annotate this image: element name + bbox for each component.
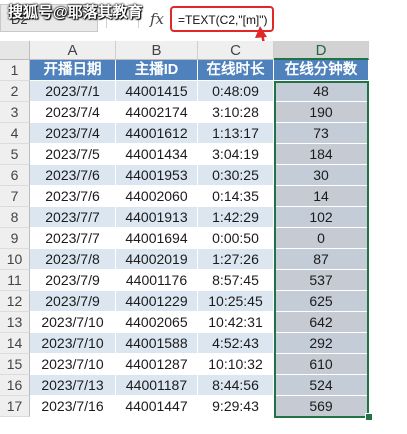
table-cell[interactable]: 2023/7/10 (30, 312, 116, 333)
table-cell[interactable]: 625 (274, 291, 369, 312)
row-header-14[interactable]: 14 (0, 333, 30, 354)
table-cell[interactable]: 44001694 (116, 228, 198, 249)
table-cell[interactable]: 44002019 (116, 249, 198, 270)
row-header-4[interactable]: 4 (0, 123, 30, 144)
table-cell[interactable]: 2023/7/4 (30, 123, 116, 144)
table-cell[interactable]: 184 (274, 144, 369, 165)
row-header-2[interactable]: 2 (0, 81, 30, 102)
table-cell[interactable]: 2023/7/16 (30, 396, 116, 417)
table-cell[interactable]: 87 (274, 249, 369, 270)
table-cell[interactable]: 2023/7/9 (30, 291, 116, 312)
table-cell[interactable]: 44001953 (116, 165, 198, 186)
table-cell[interactable]: 44002060 (116, 186, 198, 207)
table-cell[interactable]: 2023/7/10 (30, 333, 116, 354)
table-cell[interactable]: 48 (274, 81, 369, 102)
column-header-b[interactable]: B (116, 41, 198, 60)
table-cell[interactable]: 2023/7/9 (30, 270, 116, 291)
spreadsheet-grid: A B C D 1 2 3 4 5 6 7 8 9 10 11 12 13 14 15 16 17 开播日期 主播ID 在线时… (0, 41, 407, 434)
table-cell[interactable]: 1:27:26 (198, 249, 274, 270)
row-header-16[interactable]: 16 (0, 375, 30, 396)
select-all-corner[interactable] (0, 41, 30, 60)
table-cell[interactable]: 1:42:29 (198, 207, 274, 228)
row-header-8[interactable]: 8 (0, 207, 30, 228)
table-header-cell[interactable]: 在线分钟数 (274, 60, 369, 81)
table-cell[interactable]: 2023/7/6 (30, 165, 116, 186)
table-cell[interactable]: 3:04:19 (198, 144, 274, 165)
table-cell[interactable]: 190 (274, 102, 369, 123)
table-cell[interactable]: 4:52:43 (198, 333, 274, 354)
table-header-cell[interactable]: 主播ID (116, 60, 198, 81)
table-cell[interactable]: 44001229 (116, 291, 198, 312)
row-header-9[interactable]: 9 (0, 228, 30, 249)
table-cell[interactable]: 0:14:35 (198, 186, 274, 207)
column-header-a[interactable]: A (30, 41, 116, 60)
table-cell[interactable]: 44001612 (116, 123, 198, 144)
table-cell[interactable]: 2023/7/1 (30, 81, 116, 102)
table-header-cell[interactable]: 在线时长 (198, 60, 274, 81)
table-cell[interactable]: 537 (274, 270, 369, 291)
fill-handle[interactable] (365, 413, 373, 421)
table-cell[interactable]: 2023/7/7 (30, 228, 116, 249)
table-cell[interactable]: 2023/7/5 (30, 144, 116, 165)
row-header-7[interactable]: 7 (0, 186, 30, 207)
row-header-1[interactable]: 1 (0, 60, 30, 81)
row-header-6[interactable]: 6 (0, 165, 30, 186)
table-cell[interactable]: 610 (274, 354, 369, 375)
table-cell[interactable]: 44002065 (116, 312, 198, 333)
table-cell[interactable]: 2023/7/13 (30, 375, 116, 396)
table-cell[interactable]: 2023/7/6 (30, 186, 116, 207)
table-header-cell[interactable]: 开播日期 (30, 60, 116, 81)
table-cell[interactable]: 9:29:43 (198, 396, 274, 417)
table-cell[interactable]: 3:10:28 (198, 102, 274, 123)
table-cell[interactable]: 73 (274, 123, 369, 144)
table-cell[interactable]: 292 (274, 333, 369, 354)
table-cell[interactable]: 2023/7/8 (30, 249, 116, 270)
table-cell[interactable]: 0:48:09 (198, 81, 274, 102)
table-cell[interactable]: 44001187 (116, 375, 198, 396)
table-cell[interactable]: 2023/7/10 (30, 354, 116, 375)
table-cell[interactable]: 102 (274, 207, 369, 228)
table-cell[interactable]: 10:42:31 (198, 312, 274, 333)
table-cell[interactable]: 0:00:50 (198, 228, 274, 249)
table-cell[interactable]: 44001415 (116, 81, 198, 102)
table-cell[interactable]: 14 (274, 186, 369, 207)
row-header-13[interactable]: 13 (0, 312, 30, 333)
row-header-17[interactable]: 17 (0, 396, 30, 417)
row-header-15[interactable]: 15 (0, 354, 30, 375)
row-header-10[interactable]: 10 (0, 249, 30, 270)
table-cell[interactable]: 642 (274, 312, 369, 333)
table-cell[interactable]: 8:44:56 (198, 375, 274, 396)
table-cell[interactable]: 44001287 (116, 354, 198, 375)
table-cell[interactable]: 44001913 (116, 207, 198, 228)
column-header-c[interactable]: C (198, 41, 274, 60)
table-cell[interactable]: 2023/7/4 (30, 102, 116, 123)
table-cell[interactable]: 44001588 (116, 333, 198, 354)
table-cell[interactable]: 8:57:45 (198, 270, 274, 291)
table-cell[interactable]: 10:25:45 (198, 291, 274, 312)
table-cell[interactable]: 2023/7/7 (30, 207, 116, 228)
table-cell[interactable]: 0 (274, 228, 369, 249)
row-header-12[interactable]: 12 (0, 291, 30, 312)
row-header-11[interactable]: 11 (0, 270, 30, 291)
column-header-d[interactable]: D (274, 41, 369, 60)
table-cell[interactable]: 44002174 (116, 102, 198, 123)
table-cell[interactable]: 569 (274, 396, 369, 417)
table-cell[interactable]: 30 (274, 165, 369, 186)
table-cell[interactable]: 44001176 (116, 270, 198, 291)
table-cell[interactable]: 44001447 (116, 396, 198, 417)
row-header-3[interactable]: 3 (0, 102, 30, 123)
table-cell[interactable]: 1:13:17 (198, 123, 274, 144)
table-cell[interactable]: 10:10:32 (198, 354, 274, 375)
table-cell[interactable]: 44001434 (116, 144, 198, 165)
row-header-5[interactable]: 5 (0, 144, 30, 165)
table-cell[interactable]: 524 (274, 375, 369, 396)
table-cell[interactable]: 0:30:25 (198, 165, 274, 186)
